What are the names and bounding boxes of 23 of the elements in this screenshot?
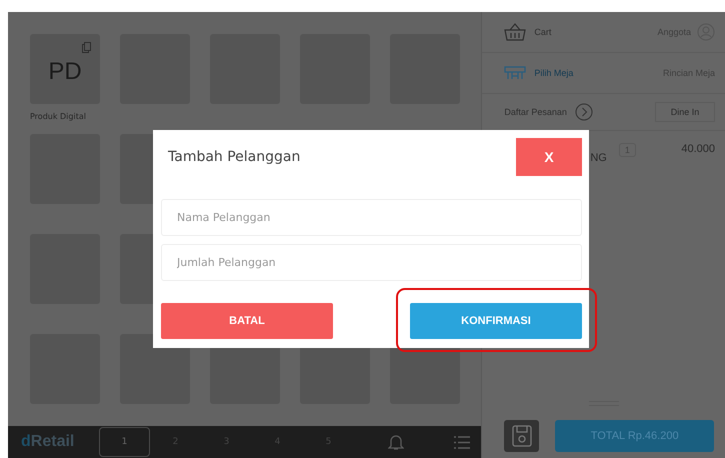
save-button[interactable] — [504, 420, 540, 452]
copy-icon — [82, 42, 91, 53]
item-price: 40.000 — [681, 143, 715, 155]
bell-icon[interactable] — [388, 433, 404, 451]
close-button[interactable]: X — [516, 138, 582, 176]
dialog-title: Tambah Pelanggan — [168, 149, 300, 165]
item-name: NG — [590, 152, 607, 164]
confirm-button[interactable]: KONFIRMASI — [410, 303, 582, 339]
order-type-button[interactable]: Dine In — [655, 102, 715, 122]
product-label: Produk Digital — [30, 112, 87, 121]
basket-icon — [504, 23, 526, 41]
cart-title: Cart — [534, 27, 552, 37]
menu-icon[interactable] — [454, 436, 470, 448]
pick-table-link[interactable]: Pilih Meja — [534, 68, 574, 78]
cancel-button[interactable]: BATAL — [161, 303, 333, 339]
logo: dRetail — [21, 433, 76, 451]
product-tile[interactable]: PD — [30, 34, 100, 104]
product-code: PD — [48, 58, 82, 86]
table-icon[interactable] — [504, 66, 526, 80]
text-field[interactable]: Nama Pelanggan — [161, 199, 582, 236]
page-tab[interactable]: 1 — [99, 427, 150, 457]
order-list-label: Daftar Pesanan — [504, 107, 567, 117]
chevron-right-icon[interactable] — [574, 103, 593, 121]
